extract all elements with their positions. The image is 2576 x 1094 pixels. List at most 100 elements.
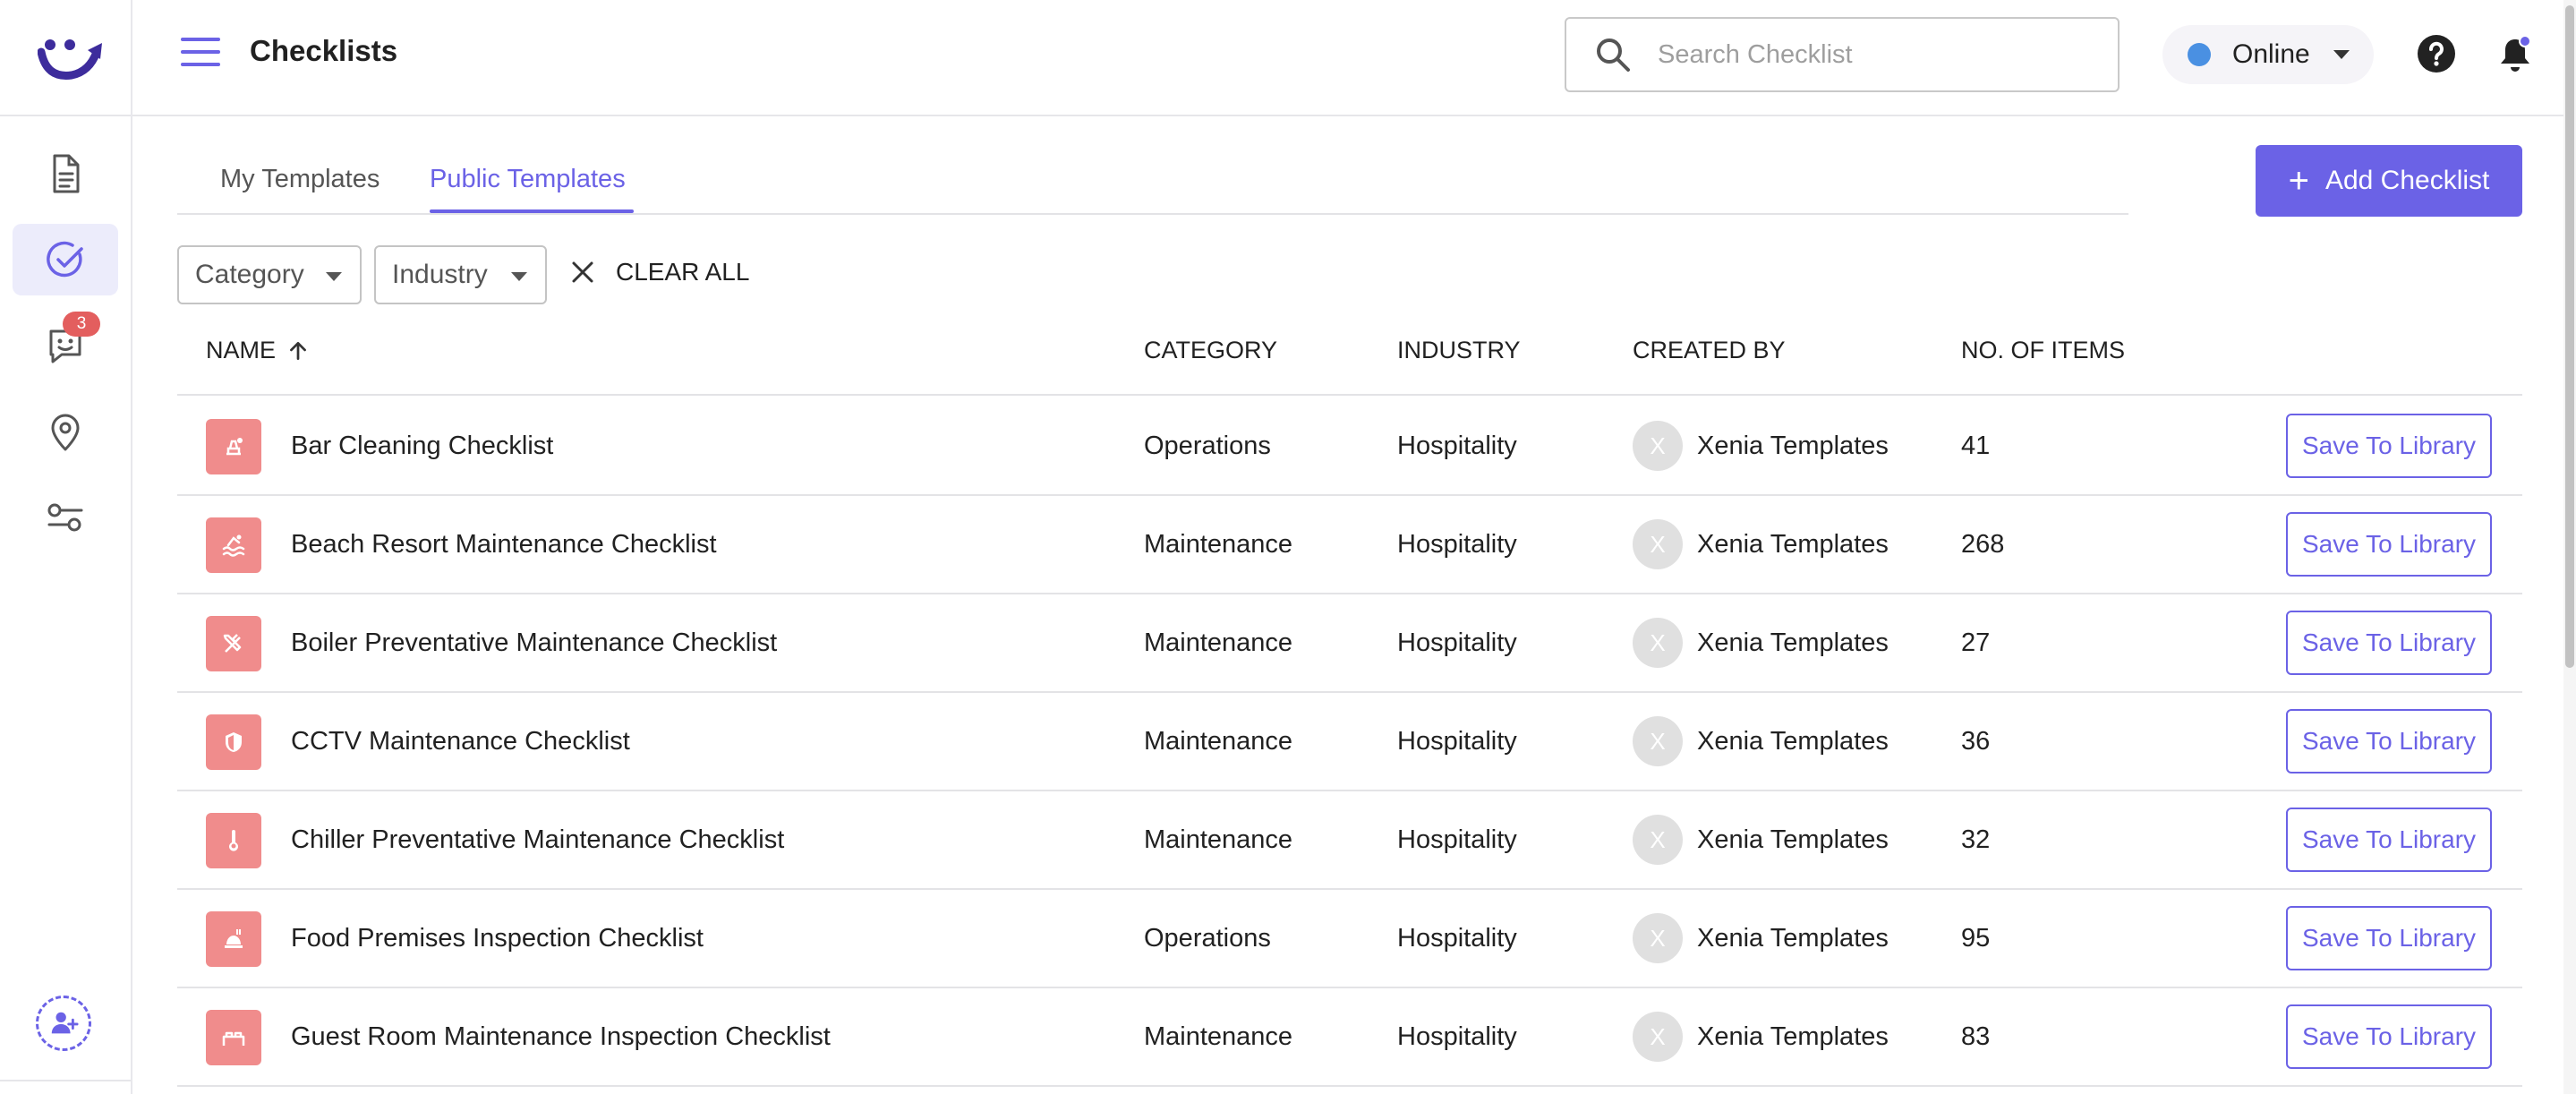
avatar: X [1633,421,1683,471]
column-header-name[interactable]: NAME [206,337,310,364]
chat-badge: 3 [63,312,100,337]
checklist-name[interactable]: Chiller Preventative Maintenance Checkli… [291,825,784,855]
checklist-created-by: Xenia Templates [1697,825,1889,854]
column-header-created-by[interactable]: CREATED BY [1633,337,1786,364]
bar-cleaning-icon [206,419,261,474]
table-row[interactable]: Chiller Preventative Maintenance Checkli… [177,791,2522,890]
checklist-name[interactable]: Food Premises Inspection Checklist [291,924,704,953]
avatar: X [1633,716,1683,766]
sidebar-item-locations[interactable] [13,396,118,467]
chevron-down-icon [2333,50,2350,59]
save-to-library-button[interactable]: Save To Library [2286,1004,2492,1069]
sidebar: 3 [0,0,132,1094]
active-tab-indicator [430,209,634,213]
clear-all-button[interactable]: CLEAR ALL [569,258,749,286]
column-header-name-label: NAME [206,337,277,363]
save-to-library-button[interactable]: Save To Library [2286,512,2492,577]
avatar: X [1633,519,1683,569]
invite-user-button[interactable] [36,996,91,1051]
table-row[interactable]: Bar Cleaning Checklist Operations Hospital… [177,397,2522,496]
checklist-created-by: Xenia Templates [1697,530,1889,559]
checklist-created-by: Xenia Templates [1697,924,1889,953]
shield-icon [206,714,261,770]
checklist-industry: Hospitality [1397,924,1517,953]
checklist-item-count: 41 [1961,432,1991,460]
industry-filter-label: Industry [392,260,488,289]
pool-icon [206,517,261,573]
help-icon [2418,35,2455,73]
checklist-item-count: 95 [1961,924,1991,953]
checklist-name[interactable]: CCTV Maintenance Checklist [291,727,630,756]
checklist-industry: Hospitality [1397,1022,1517,1051]
location-pin-icon [51,414,80,451]
hamburger-line [181,63,220,66]
search-input[interactable] [1658,39,2105,70]
bell-icon [2501,35,2531,72]
checklist-industry: Hospitality [1397,530,1517,559]
checklist-name[interactable]: Boiler Preventative Maintenance Checklis… [291,628,777,658]
checklist-name[interactable]: Guest Room Maintenance Inspection Checkl… [291,1022,831,1052]
search-icon [1597,38,1630,72]
tab-public-templates[interactable]: Public Templates [430,165,626,194]
sidebar-item-documents[interactable] [13,138,118,209]
checklist-created-by: Xenia Templates [1697,432,1889,460]
checklist-industry: Hospitality [1397,825,1517,854]
checklist-category: Operations [1144,924,1271,953]
close-icon [572,261,593,283]
category-filter[interactable]: Category [177,245,362,304]
save-to-library-button[interactable]: Save To Library [2286,808,2492,872]
add-checklist-label: Add Checklist [2324,166,2490,195]
help-button[interactable] [2417,34,2456,73]
sidebar-item-settings[interactable] [13,482,118,553]
checklist-category: Maintenance [1144,628,1293,657]
notifications-button[interactable] [2497,34,2533,75]
bed-icon [206,1010,261,1065]
scrollbar-thumb[interactable] [2565,5,2574,668]
table-row[interactable]: CCTV Maintenance Checklist Maintenance Hos… [177,693,2522,791]
menu-toggle-button[interactable] [181,38,220,70]
status-dropdown[interactable]: Online [2162,25,2374,84]
checklist-item-count: 83 [1961,1022,1991,1051]
column-header-industry[interactable]: INDUSTRY [1397,337,1521,364]
checklist-item-count: 27 [1961,628,1991,657]
app-logo[interactable] [37,32,107,82]
checklist-created-by: Xenia Templates [1697,628,1889,657]
sidebar-item-checklists[interactable] [13,224,118,295]
avatar: X [1633,815,1683,865]
save-to-library-button[interactable]: Save To Library [2286,709,2492,773]
save-to-library-button[interactable]: Save To Library [2286,906,2492,970]
thermometer-icon [206,813,261,868]
column-header-items[interactable]: NO. OF ITEMS [1961,337,2125,364]
checklist-item-count: 36 [1961,727,1991,756]
tools-icon [206,616,261,671]
table-header: NAME CATEGORY INDUSTRY CREATED BY NO. OF… [177,313,2522,396]
table-row[interactable]: Guest Room Maintenance Inspection Checkl… [177,988,2522,1087]
checklist-category: Operations [1144,432,1271,460]
sidebar-bottom-divider [0,1080,131,1081]
column-header-category[interactable]: CATEGORY [1144,337,1277,364]
checklist-industry: Hospitality [1397,727,1517,756]
top-header: Checklists Online [132,0,2576,116]
sidebar-divider [0,115,131,116]
checklist-category: Maintenance [1144,727,1293,756]
save-to-library-button[interactable]: Save To Library [2286,611,2492,675]
table-row[interactable]: Boiler Preventative Maintenance Checklis… [177,594,2522,693]
industry-filter[interactable]: Industry [374,245,547,304]
checklist-item-count: 32 [1961,825,1991,854]
page-title: Checklists [250,34,398,67]
save-to-library-button[interactable]: Save To Library [2286,414,2492,478]
settings-sliders-icon [47,503,83,532]
search-box[interactable] [1565,17,2120,92]
online-status-dot [2188,43,2211,66]
chevron-down-icon [326,272,342,281]
document-icon [53,154,80,193]
chevron-down-icon [511,272,527,281]
checklist-category: Maintenance [1144,1022,1293,1051]
table-row[interactable]: Beach Resort Maintenance Checklist Mainte… [177,496,2522,594]
tab-my-templates[interactable]: My Templates [220,165,380,194]
checklist-name[interactable]: Bar Cleaning Checklist [291,432,553,461]
checklist-created-by: Xenia Templates [1697,1022,1889,1051]
add-checklist-button[interactable]: + Add Checklist [2256,145,2522,217]
table-row[interactable]: Food Premises Inspection Checklist Operat… [177,890,2522,988]
checklist-name[interactable]: Beach Resort Maintenance Checklist [291,530,717,560]
